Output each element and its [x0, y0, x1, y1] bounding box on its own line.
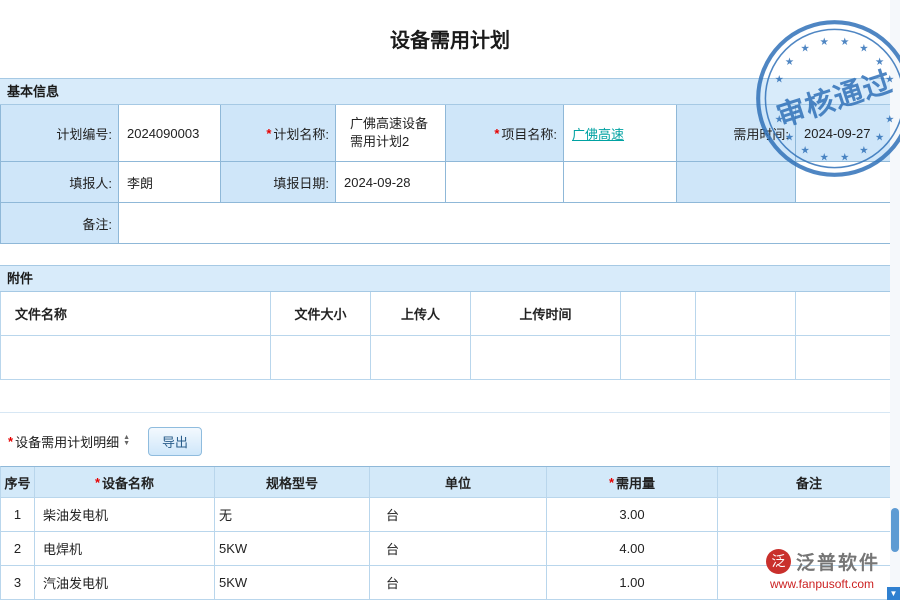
svg-text:★: ★ — [775, 75, 784, 86]
attach-empty-cell — [471, 336, 621, 380]
reporter-value: 李朗 — [119, 162, 221, 203]
detail-header-remark: 备注 — [718, 467, 900, 498]
detail-row-spec: 5KW — [215, 566, 370, 600]
attach-header-uploader: 上传人 — [371, 292, 471, 336]
reporter-label: 填报人: — [1, 162, 119, 203]
required-marker: * — [266, 126, 271, 141]
detail-header-no: 序号 — [1, 467, 35, 498]
details-table: 序号 *设备名称 规格型号 单位 *需用量 备注 1 柴油发电机 无 台 3.0… — [0, 466, 900, 600]
detail-row-no: 2 — [1, 532, 35, 566]
svg-text:★: ★ — [785, 57, 794, 68]
remark-label: 备注: — [1, 203, 119, 244]
required-marker: * — [95, 475, 100, 490]
detail-row-name: 汽油发电机 — [35, 566, 215, 600]
remark-value — [119, 203, 900, 244]
svg-text:★: ★ — [800, 146, 809, 157]
detail-row-no: 3 — [1, 566, 35, 600]
scroll-down-icon: ▼ — [890, 589, 898, 598]
detail-row-name: 电焊机 — [35, 532, 215, 566]
project-name-value: 广佛高速 — [564, 105, 677, 162]
attach-empty-cell — [371, 336, 471, 380]
detail-row-name: 柴油发电机 — [35, 498, 215, 532]
svg-text:★: ★ — [800, 44, 809, 55]
detail-row-qty: 1.00 — [547, 566, 718, 600]
detail-header-name: *设备名称 — [35, 467, 215, 498]
attach-header-file-name: 文件名称 — [1, 292, 271, 336]
stamp-text: 审核通过 — [773, 65, 897, 133]
attach-empty-cell — [271, 336, 371, 380]
svg-text:★: ★ — [859, 44, 868, 55]
plan-no-value: 2024090003 — [119, 105, 221, 162]
brand-watermark: 泛 泛普软件 www.fanpusoft.com — [766, 548, 898, 591]
svg-text:★: ★ — [840, 152, 849, 163]
attach-empty-cell — [796, 336, 900, 380]
attach-header-file-size: 文件大小 — [271, 292, 371, 336]
svg-text:★: ★ — [820, 152, 829, 163]
approval-stamp: ★★★ ★★★ ★★ ★★★ ★★★ ★★ 审核通过 — [752, 16, 900, 181]
detail-row-spec: 无 — [215, 498, 370, 532]
svg-text:★: ★ — [785, 132, 794, 143]
svg-text:★: ★ — [875, 57, 884, 68]
attach-empty-cell — [1, 336, 271, 380]
required-marker: * — [494, 126, 499, 141]
project-name-label: *项目名称: — [446, 105, 564, 162]
detail-row-qty: 3.00 — [547, 498, 718, 532]
project-link[interactable]: 广佛高速 — [572, 124, 624, 143]
svg-text:★: ★ — [840, 37, 849, 48]
equipment-plan-page: 设备需用计划 基本信息 计划编号: 2024090003 *计划名称: 广佛高速… — [0, 0, 900, 600]
detail-header-unit: 单位 — [370, 467, 547, 498]
report-date-value: 2024-09-28 — [336, 162, 446, 203]
sort-icon[interactable]: ▲ ▼ — [123, 435, 130, 447]
detail-row-no: 1 — [1, 498, 35, 532]
attachments-table: 文件名称 文件大小 上传人 上传时间 — [0, 292, 900, 380]
svg-text:★: ★ — [820, 37, 829, 48]
empty-cell — [564, 162, 677, 203]
report-date-label: 填报日期: — [221, 162, 336, 203]
details-divider — [0, 412, 900, 413]
detail-row-unit: 台 — [370, 498, 547, 532]
details-header-strip: * 设备需用计划明细 ▲ ▼ 导出 — [0, 424, 900, 458]
svg-text:★: ★ — [859, 146, 868, 157]
sort-down-icon: ▼ — [123, 441, 130, 447]
detail-header-spec: 规格型号 — [215, 467, 370, 498]
scroll-down-button[interactable]: ▼ — [887, 587, 900, 600]
attach-header-empty — [621, 292, 696, 336]
plan-name-value: 广佛高速设备需用计划2 — [336, 105, 446, 162]
detail-row-unit: 台 — [370, 566, 547, 600]
empty-cell — [446, 162, 564, 203]
plan-name-label: *计划名称: — [221, 105, 336, 162]
svg-text:★: ★ — [885, 115, 894, 126]
attach-empty-cell — [621, 336, 696, 380]
attach-empty-cell — [696, 336, 796, 380]
export-button[interactable]: 导出 — [148, 427, 202, 456]
scrollbar-thumb[interactable] — [891, 508, 899, 552]
brand-logo-icon: 泛 — [766, 549, 791, 574]
required-marker: * — [609, 475, 614, 490]
detail-row-unit: 台 — [370, 532, 547, 566]
detail-row-qty: 4.00 — [547, 532, 718, 566]
section-attachments: 附件 — [0, 265, 900, 292]
details-section-title: 设备需用计划明细 — [15, 432, 119, 451]
attach-header-upload-time: 上传时间 — [471, 292, 621, 336]
attach-header-empty — [696, 292, 796, 336]
detail-row-remark — [718, 498, 900, 532]
detail-row-spec: 5KW — [215, 532, 370, 566]
svg-text:★: ★ — [875, 132, 884, 143]
detail-header-qty: *需用量 — [547, 467, 718, 498]
required-marker: * — [8, 434, 13, 449]
plan-no-label: 计划编号: — [1, 105, 119, 162]
attach-header-empty — [796, 292, 900, 336]
brand-url: www.fanpusoft.com — [766, 577, 898, 591]
brand-name: 泛普软件 — [796, 548, 880, 575]
